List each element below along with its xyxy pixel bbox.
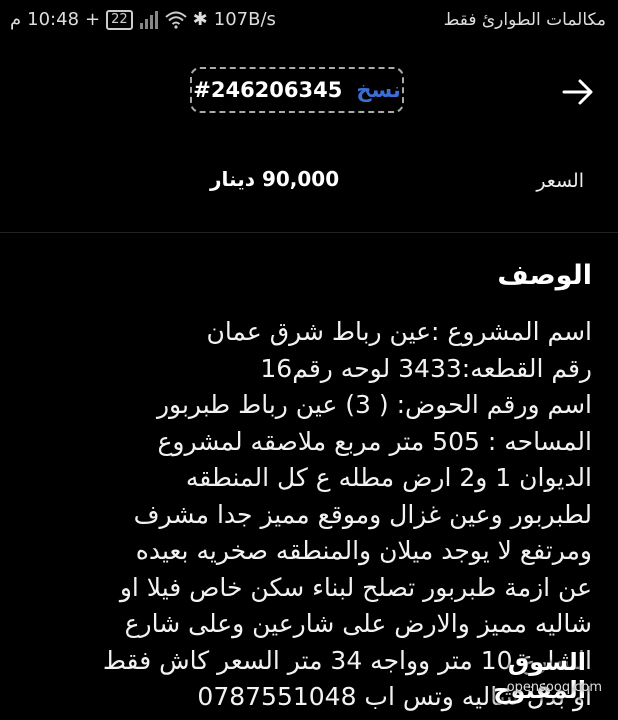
description-line: لطبربور وعين غزال وموقع مميز جدا مشرف <box>133 499 592 529</box>
watermark-latin: opensooq.com <box>506 680 602 695</box>
watermark-arabic: السوق المفتوح <box>493 648 586 704</box>
status-bar: م 10:48 + 22 ✱ 107B/s مكالمات الطوارئ فق… <box>0 0 618 40</box>
description-line: الديوان 1 و2 ارض مطله ع كل المنطقه <box>185 463 592 492</box>
description-title: الوصف <box>497 260 592 291</box>
status-left: م 10:48 + 22 ✱ 107B/s <box>10 9 276 30</box>
price-label: السعر <box>536 170 584 192</box>
wifi-icon <box>165 11 187 29</box>
divider <box>0 232 618 233</box>
charging-icon: + <box>85 9 101 30</box>
description-line: اسم ورقم الحوض: ( 3) عين رباط طبربور <box>156 390 592 419</box>
carrier-text: مكالمات الطوارئ فقط <box>443 10 606 30</box>
description-line: ومرتفع لا يوجد ميلان والمنطقه صخريه بعيد… <box>135 536 592 565</box>
bluetooth-icon: ✱ <box>192 9 208 30</box>
price-value: 90,000 دينار <box>210 167 340 191</box>
description-line: عن ازمة طبربور تصلح لبناء سكن خاص فيلا ا… <box>119 572 592 602</box>
am-pm: م <box>10 9 22 30</box>
battery-icon: 22 <box>106 9 133 30</box>
watermark: السوق المفتوح opensooq.com <box>440 648 610 708</box>
header: نسخ #246206345 <box>0 48 618 134</box>
battery-level: 22 <box>111 11 128 27</box>
description-line: رقم القطعه:3433 لوحه رقم16 <box>260 353 592 383</box>
signal-icon <box>139 10 158 29</box>
price-row: السعر 90,000 دينار <box>0 150 618 210</box>
back-arrow-icon[interactable] <box>558 72 598 112</box>
description-line: اسم المشروع :عين رباط شرق عمان <box>206 317 592 346</box>
clock: 10:48 <box>27 9 80 30</box>
description-line: المساحه : 505 متر مربع ملاصقه لمشروع <box>157 426 592 456</box>
network-speed: 107B/s <box>213 9 276 30</box>
description-line: شاليه مميز والارض على شارعين وعلى شارع <box>124 609 592 638</box>
listing-id: #246206345 <box>193 78 343 102</box>
copy-label: نسخ <box>356 78 401 102</box>
copy-id-button[interactable]: نسخ #246206345 <box>190 67 404 113</box>
